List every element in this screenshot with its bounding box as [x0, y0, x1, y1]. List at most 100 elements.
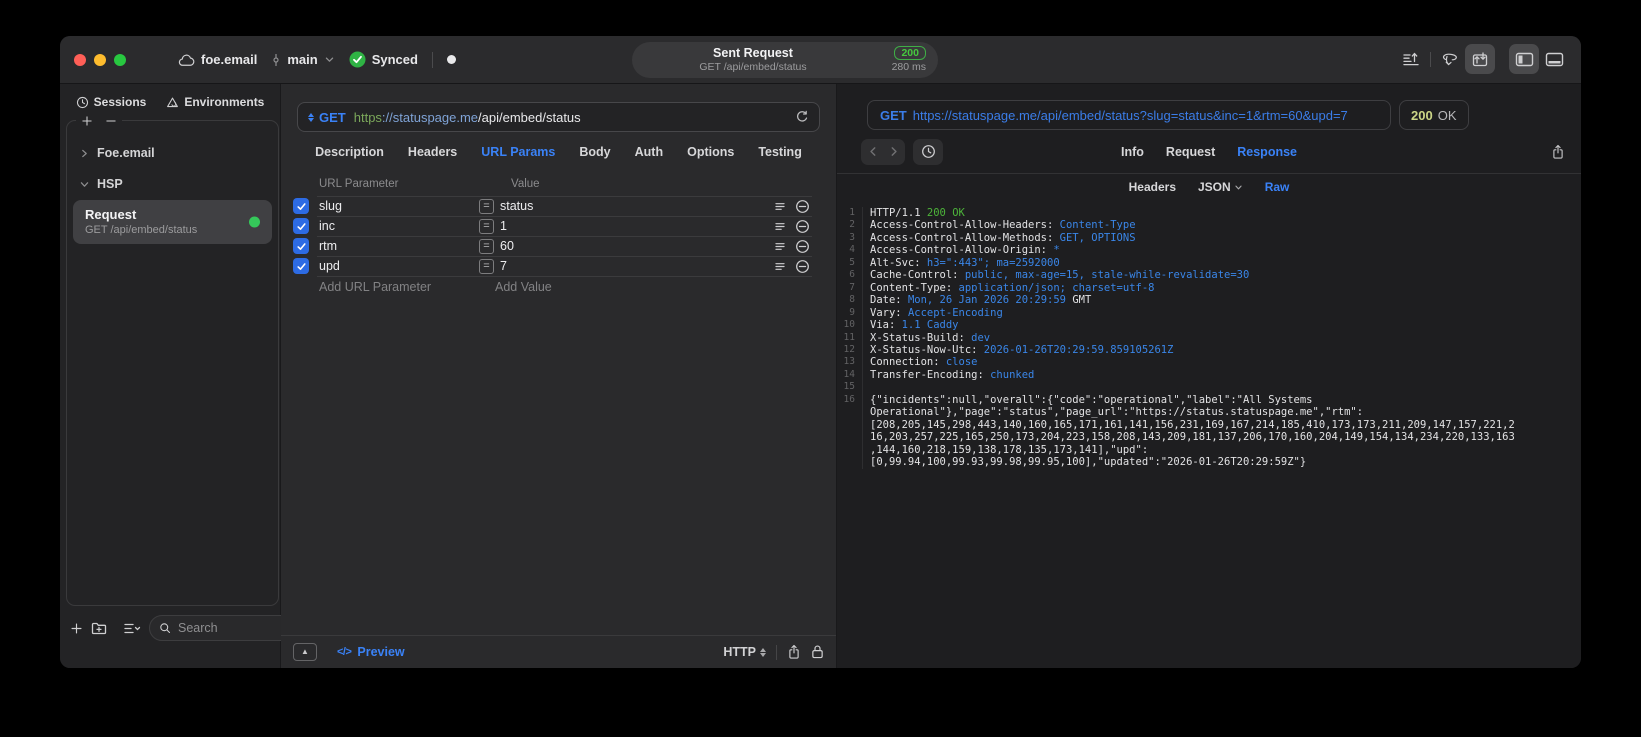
- protocol-select[interactable]: HTTP: [723, 645, 766, 659]
- add-value-placeholder[interactable]: Add Value: [495, 280, 552, 294]
- import-export-button[interactable]: [1396, 44, 1426, 74]
- session-tree: Foe.email HSP Request GET /api/embed/status: [67, 137, 278, 244]
- request-tab-auth[interactable]: Auth: [635, 145, 663, 159]
- method-stepper-icon[interactable]: [308, 112, 314, 122]
- equals-icon: =: [479, 258, 494, 274]
- sidebar-bottom-bar: [70, 614, 351, 642]
- param-row-rtm[interactable]: rtm = 60: [281, 236, 836, 256]
- line-number: 7: [837, 281, 863, 295]
- sync-status[interactable]: Synced: [349, 51, 418, 68]
- compare-button[interactable]: [1435, 44, 1465, 74]
- request-tab-options[interactable]: Options: [687, 145, 734, 159]
- add-parameter-placeholder[interactable]: Add URL Parameter: [281, 280, 495, 294]
- line-text: Cache-Control: public, max-age=15, stale…: [870, 269, 1250, 282]
- branch-menu[interactable]: main: [271, 52, 334, 67]
- response-tab-response[interactable]: Response: [1237, 145, 1297, 159]
- history-nav-group: [861, 138, 905, 165]
- response-tab-request-label: Request: [1165, 144, 1216, 159]
- close-button[interactable]: [74, 53, 86, 66]
- request-url[interactable]: https://statuspage.me/api/embed/status: [354, 110, 581, 125]
- sort-list-icon[interactable]: [123, 622, 141, 635]
- param-name[interactable]: inc: [319, 219, 479, 233]
- response-line: 4 Access-Control-Allow-Origin: *: [837, 244, 1581, 257]
- param-row-upd[interactable]: upd = 7: [281, 256, 836, 276]
- param-remove-icon[interactable]: [795, 259, 810, 274]
- param-options-icon[interactable]: [773, 240, 787, 253]
- response-subtab-headers[interactable]: Headers: [1129, 180, 1176, 194]
- preview-button[interactable]: </> Preview: [337, 645, 405, 659]
- param-value[interactable]: status: [500, 199, 773, 213]
- param-options-icon[interactable]: [773, 220, 787, 233]
- response-tab-request[interactable]: Request: [1166, 145, 1215, 159]
- param-checkbox[interactable]: [293, 238, 309, 254]
- share-icon[interactable]: [787, 644, 801, 660]
- tab-sessions[interactable]: Sessions: [76, 95, 147, 109]
- request-response-panel-button[interactable]: [1465, 44, 1495, 74]
- minimize-button[interactable]: [94, 53, 106, 66]
- param-value[interactable]: 60: [500, 239, 773, 253]
- toggle-bottom-panel-button[interactable]: [1539, 44, 1569, 74]
- line-text: Via: 1.1 Caddy: [870, 319, 959, 332]
- response-tabs: Info Request Response: [837, 145, 1581, 159]
- param-row-inc[interactable]: inc = 1: [281, 216, 836, 236]
- request-tab-description[interactable]: Description: [315, 145, 384, 159]
- param-checkbox[interactable]: [293, 198, 309, 214]
- param-name[interactable]: slug: [319, 199, 479, 213]
- sent-request-url[interactable]: GET https://statuspage.me/api/embed/stat…: [867, 100, 1391, 130]
- response-nav: Info Request Response: [837, 130, 1581, 174]
- tree-group-label: HSP: [97, 177, 123, 191]
- param-options-icon[interactable]: [773, 260, 787, 273]
- request-tab-testing[interactable]: Testing: [758, 145, 802, 159]
- request-method[interactable]: GET: [319, 110, 346, 125]
- tab-environments[interactable]: Environments: [166, 95, 264, 109]
- zoom-button[interactable]: [114, 53, 126, 66]
- send-refresh-icon[interactable]: [795, 110, 809, 124]
- request-summary-pill[interactable]: Sent Request GET /api/embed/status 200 2…: [632, 42, 938, 78]
- tab-environments-label: Environments: [184, 95, 265, 109]
- response-subtab-raw[interactable]: Raw: [1265, 180, 1290, 194]
- request-tab-headers[interactable]: Headers: [408, 145, 457, 159]
- remove-icon[interactable]: [105, 115, 117, 127]
- param-options-icon[interactable]: [773, 200, 787, 213]
- param-remove-icon[interactable]: [795, 199, 810, 214]
- param-row-slug[interactable]: slug = status: [281, 196, 836, 216]
- param-checkbox[interactable]: [293, 218, 309, 234]
- param-name[interactable]: upd: [319, 259, 479, 273]
- param-value[interactable]: 7: [500, 259, 773, 273]
- tree-group-foe-email[interactable]: Foe.email: [67, 137, 278, 168]
- back-button[interactable]: [863, 145, 883, 158]
- export-response-icon[interactable]: [1551, 144, 1565, 160]
- request-tab-url-params[interactable]: URL Params: [481, 145, 555, 159]
- forward-button[interactable]: [883, 145, 903, 158]
- equals-icon: =: [479, 218, 494, 234]
- clock-icon: [76, 96, 89, 109]
- collapse-panel-button[interactable]: ▲: [293, 643, 317, 661]
- request-pane: GET https://statuspage.me/api/embed/stat…: [281, 84, 837, 668]
- request-tab-headers-label: Headers: [407, 145, 458, 159]
- tab-sessions-label: Sessions: [93, 95, 147, 109]
- response-tab-info[interactable]: Info: [1121, 145, 1144, 159]
- request-url-bar[interactable]: GET https://statuspage.me/api/embed/stat…: [297, 102, 820, 132]
- response-line: 13 Connection: close: [837, 356, 1581, 369]
- param-name[interactable]: rtm: [319, 239, 479, 253]
- lock-icon[interactable]: [811, 644, 824, 660]
- sidebar-layout-icon: [1515, 52, 1534, 67]
- params-add-row[interactable]: Add URL Parameter Add Value: [281, 276, 836, 298]
- sidebar-request-item[interactable]: Request GET /api/embed/status: [73, 200, 272, 244]
- param-checkbox[interactable]: [293, 258, 309, 274]
- request-tab-body[interactable]: Body: [579, 145, 610, 159]
- param-remove-icon[interactable]: [795, 219, 810, 234]
- response-subtab-json[interactable]: JSON: [1198, 180, 1243, 194]
- history-button[interactable]: [913, 138, 943, 165]
- new-request-icon[interactable]: [70, 622, 83, 635]
- toggle-sidebar-button[interactable]: [1509, 44, 1539, 74]
- param-value[interactable]: 1: [500, 219, 773, 233]
- project-menu[interactable]: foe.email: [178, 52, 257, 67]
- add-icon[interactable]: [81, 115, 93, 127]
- param-remove-icon[interactable]: [795, 239, 810, 254]
- request-summary-title: Sent Request: [713, 46, 793, 60]
- request-status-dot: [249, 216, 260, 228]
- protocol-label: HTTP: [723, 645, 756, 659]
- new-folder-icon[interactable]: [91, 621, 107, 635]
- tree-group-hsp[interactable]: HSP: [67, 168, 278, 199]
